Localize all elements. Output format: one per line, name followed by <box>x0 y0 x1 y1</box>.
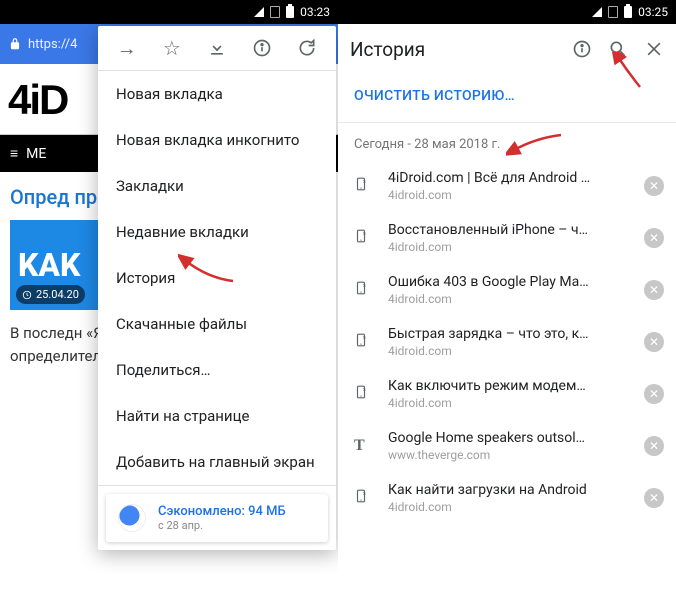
history-date-label: Сегодня - 28 мая 2018 г. <box>338 123 676 160</box>
url-text: https://4 <box>28 37 77 52</box>
menu-item[interactable]: Новая вкладка инкогнито <box>98 117 336 163</box>
image-text: KAK <box>18 246 80 284</box>
delete-history-item[interactable]: ✕ <box>644 332 664 352</box>
chrome-menu: → ☆ Новая вкладкаНовая вкладка инкогнито… <box>98 26 336 550</box>
star-icon[interactable]: ☆ <box>162 38 182 58</box>
menu-item[interactable]: Добавить на главный экран <box>98 439 336 485</box>
delete-history-item[interactable]: ✕ <box>644 488 664 508</box>
verge-icon: T <box>354 437 372 455</box>
delete-history-item[interactable]: ✕ <box>644 228 664 248</box>
status-bar: 03:25 <box>338 0 676 24</box>
clock-icon <box>22 290 32 300</box>
history-item[interactable]: Как включить режим модем… 4idroid.com ✕ <box>338 368 676 420</box>
wifi-icon <box>254 7 264 17</box>
data-saver-icon <box>118 504 146 532</box>
phone-icon <box>354 383 372 405</box>
delete-history-item[interactable]: ✕ <box>644 384 664 404</box>
lock-icon <box>8 37 22 51</box>
phone-left: 03:23 https://4 4iD ≡ MЕ Опред прило: на… <box>0 0 338 600</box>
wifi-icon <box>592 7 602 17</box>
history-item-domain: 4idroid.com <box>388 500 628 514</box>
sim-icon <box>270 6 280 18</box>
history-item-title: Быстрая зарядка – что это, к… <box>388 326 628 342</box>
data-saver-line2: с 28 апр. <box>158 519 286 532</box>
status-time: 03:25 <box>638 5 668 19</box>
delete-history-item[interactable]: ✕ <box>644 176 664 196</box>
data-saver-line1: Сэкономлено: 94 МБ <box>158 504 286 519</box>
phone-icon <box>354 331 372 353</box>
history-item[interactable]: Как найти загрузки на Android 4idroid.com… <box>338 472 676 524</box>
delete-history-item[interactable]: ✕ <box>644 280 664 300</box>
history-item-title: Как включить режим модем… <box>388 378 628 394</box>
history-item-domain: www.theverge.com <box>388 448 628 462</box>
nav-label: MЕ <box>26 146 46 162</box>
close-icon[interactable] <box>644 39 664 59</box>
search-icon[interactable] <box>608 39 628 59</box>
history-item-title: Google Home speakers outsol… <box>388 430 628 446</box>
menu-item[interactable]: История <box>98 255 336 301</box>
menu-item[interactable]: Найти на странице <box>98 393 336 439</box>
menu-item[interactable]: Новая вкладка <box>98 71 336 117</box>
data-saver-card[interactable]: Сэкономлено: 94 МБ с 28 апр. <box>106 494 328 542</box>
history-header: История <box>338 24 676 74</box>
history-item[interactable]: Быстрая зарядка – что это, к… 4idroid.com… <box>338 316 676 368</box>
history-item-title: Как найти загрузки на Android <box>388 482 628 498</box>
phone-icon <box>354 227 372 249</box>
phone-right: 03:25 История ОЧИСТИТЬ ИСТОРИЮ… Сегодня … <box>338 0 676 600</box>
download-icon[interactable] <box>207 38 227 58</box>
history-item[interactable]: Восстановленный iPhone – ч… 4idroid.com ✕ <box>338 212 676 264</box>
menu-item[interactable]: Недавние вкладки <box>98 209 336 255</box>
battery-icon <box>624 6 632 18</box>
menu-item[interactable]: Поделиться… <box>98 347 336 393</box>
history-item[interactable]: Ошибка 403 в Google Play Ма… 4idroid.com ✕ <box>338 264 676 316</box>
delete-history-item[interactable]: ✕ <box>644 436 664 456</box>
clear-history-link[interactable]: ОЧИСТИТЬ ИСТОРИЮ… <box>338 74 676 122</box>
history-item-title: 4iDroid.com | Всё для Android … <box>388 170 628 186</box>
history-item-domain: 4idroid.com <box>388 240 628 254</box>
history-item-domain: 4idroid.com <box>388 292 628 306</box>
refresh-icon[interactable] <box>297 38 317 58</box>
battery-icon <box>286 6 294 18</box>
history-item-domain: 4idroid.com <box>388 188 628 202</box>
phone-icon <box>354 279 372 301</box>
history-item[interactable]: T Google Home speakers outsol… www.theverg… <box>338 420 676 472</box>
menu-item[interactable]: Закладки <box>98 163 336 209</box>
hamburger-icon[interactable]: ≡ <box>10 145 18 162</box>
forward-icon[interactable]: → <box>117 38 137 58</box>
article-date-pill: 25.04.20 <box>16 285 85 304</box>
phone-icon <box>354 487 372 509</box>
history-item-title: Восстановленный iPhone – ч… <box>388 222 628 238</box>
history-item-domain: 4idroid.com <box>388 344 628 358</box>
history-title: История <box>350 38 556 61</box>
info-icon[interactable] <box>572 39 592 59</box>
sim-icon <box>608 6 618 18</box>
phone-icon <box>354 175 372 197</box>
info-icon[interactable] <box>252 38 272 58</box>
history-item-title: Ошибка 403 в Google Play Ма… <box>388 274 628 290</box>
status-time: 03:23 <box>300 5 330 19</box>
menu-item[interactable]: Скачанные файлы <box>98 301 336 347</box>
status-bar: 03:23 <box>0 0 338 24</box>
history-item-domain: 4idroid.com <box>388 396 628 410</box>
history-item[interactable]: 4iDroid.com | Всё для Android … 4idroid.c… <box>338 160 676 212</box>
